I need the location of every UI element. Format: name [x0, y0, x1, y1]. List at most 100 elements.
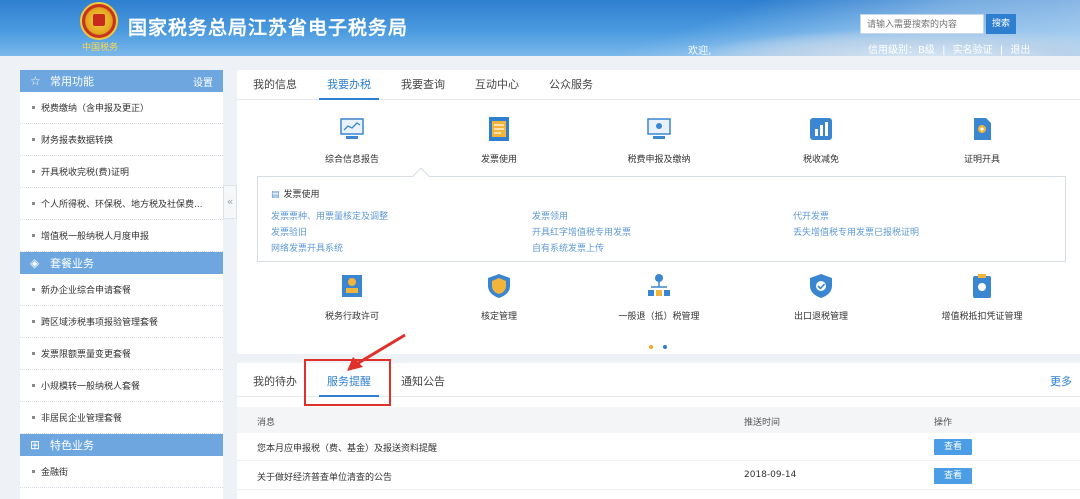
submenu-link[interactable]: 开具红字增值税专用发票	[532, 225, 631, 238]
submenu-link[interactable]: 代开发票	[793, 209, 829, 222]
user-info: 信用级别：B级 | 实名验证 | 退出	[866, 41, 1032, 56]
service-tile-label: 核定管理	[480, 312, 517, 322]
sidebar-section-special[interactable]: ⊞ 特色业务	[20, 434, 223, 456]
bullet-icon	[32, 384, 35, 387]
bullet-icon	[32, 234, 35, 237]
sidebar-section-common[interactable]: ☆ 常用功能 设置	[20, 70, 223, 92]
service-tile[interactable]: 核定管理	[429, 273, 569, 322]
search-input[interactable]	[860, 14, 984, 34]
carousel-dot[interactable]	[663, 345, 667, 349]
bar-chart-icon	[810, 118, 832, 140]
sidebar: ☆ 常用功能 设置 税费缴纳（含申报及更正） 财务报表数据转换 开具税收完税(费…	[20, 70, 223, 499]
submenu-title: ▤ 发票使用	[271, 187, 320, 200]
sidebar-item[interactable]: 个人所得税、环保税、地方税及社保费...	[20, 188, 223, 220]
shield-check-icon	[810, 274, 832, 298]
service-tile-label: 出口退税管理	[793, 312, 848, 322]
tab-query[interactable]: 我要查询	[401, 76, 445, 99]
service-tile[interactable]: 增值税抵扣凭证管理	[912, 273, 1052, 322]
tab-tax-handling[interactable]: 我要办税	[319, 76, 379, 100]
realname-link[interactable]: 实名验证	[953, 45, 993, 56]
submenu-link[interactable]: 发票验旧	[271, 225, 307, 238]
table-row: 关于做好经济普查单位清查的公告 2018-09-14 查看	[237, 462, 1080, 490]
logout-link[interactable]: 退出	[1010, 45, 1030, 56]
bullet-icon	[32, 320, 35, 323]
service-tile[interactable]: 一般退（抵）税管理	[589, 273, 729, 322]
service-tile[interactable]: 税收减免	[751, 116, 891, 165]
certificate-icon	[974, 118, 991, 140]
settings-link[interactable]: 设置	[193, 74, 213, 89]
service-tile[interactable]: 税费申报及缴纳	[589, 116, 729, 165]
service-tile[interactable]: 证明开具	[912, 116, 1052, 165]
service-tile-label: 发票使用	[480, 155, 517, 165]
submenu-link[interactable]: 网络发票开具系统	[271, 241, 343, 254]
sidebar-item-label: 金融街	[41, 468, 69, 478]
table-header: 消息 推送时间 操作	[237, 407, 1080, 433]
view-button[interactable]: 查看	[934, 439, 972, 455]
tab-interaction[interactable]: 互动中心	[475, 76, 519, 99]
person-card-icon	[342, 275, 362, 297]
sidebar-item-label: 非居民企业管理套餐	[41, 414, 123, 424]
section-title: 套餐业务	[50, 257, 94, 270]
sidebar-item[interactable]: 财务报表数据转换	[20, 124, 223, 156]
submenu-link[interactable]: 丢失增值税专用发票已报税证明	[793, 225, 919, 238]
grid-icon: ⊞	[30, 438, 41, 452]
service-tile[interactable]: 税务行政许可	[282, 273, 422, 322]
service-tile-label: 税费申报及缴纳	[627, 155, 691, 165]
sidebar-item[interactable]: 跨区域涉税事项报验管理套餐	[20, 306, 223, 338]
carousel-dot[interactable]	[649, 345, 653, 349]
service-tile[interactable]: 发票使用	[429, 116, 569, 165]
site-header: 中国税务 国家税务总局江苏省电子税务局 搜索 欢迎, 信用级别：B级 | 实名验…	[0, 0, 1080, 56]
bullet-icon	[32, 352, 35, 355]
sidebar-item[interactable]: 小规模转一般纳税人套餐	[20, 370, 223, 402]
more-link[interactable]: 更多	[1050, 373, 1072, 389]
bullet-icon	[32, 170, 35, 173]
sidebar-item[interactable]: 金融街	[20, 456, 223, 488]
tab-public-service[interactable]: 公众服务	[549, 76, 593, 99]
search-button[interactable]: 搜索	[986, 14, 1016, 34]
tab-my-info[interactable]: 我的信息	[253, 76, 297, 99]
section-title: 特色业务	[50, 439, 94, 452]
tab-my-todo[interactable]: 我的待办	[253, 373, 297, 396]
bullet-icon	[32, 416, 35, 419]
sidebar-item[interactable]: 税费缴纳（含申报及更正）	[20, 92, 223, 124]
credit-level: 信用级别：B级	[868, 45, 935, 56]
table-row: 您本月应申报税（费、基金）及报送资料提醒 查看	[237, 433, 1080, 461]
sidebar-collapse-button[interactable]: «	[223, 185, 237, 219]
bullet-icon	[32, 106, 35, 109]
section-title: 常用功能	[50, 75, 94, 88]
sidebar-item-label: 增值税一般纳税人月度申报	[41, 232, 150, 242]
sidebar-item-label: 跨区域涉税事项报验管理套餐	[41, 318, 159, 328]
column-header: 推送时间	[744, 418, 781, 428]
message-text[interactable]: 您本月应申报税（费、基金）及报送资料提醒	[257, 441, 437, 454]
separator: |	[942, 45, 946, 56]
monitor-chart-icon	[340, 118, 364, 139]
main-tabs: 我的信息 我要办税 我要查询 互动中心 公众服务	[237, 70, 1080, 100]
service-tile[interactable]: 综合信息报告	[282, 116, 422, 165]
sidebar-item[interactable]: 增值税一般纳税人月度申报	[20, 220, 223, 252]
sidebar-item-label: 税费缴纳（含申报及更正）	[41, 104, 150, 114]
service-tile[interactable]: 出口退税管理	[751, 273, 891, 322]
star-icon: ☆	[30, 74, 41, 88]
service-tile-label: 综合信息报告	[324, 155, 379, 165]
sidebar-item[interactable]: 发票限额票量变更套餐	[20, 338, 223, 370]
submenu-link[interactable]: 自有系统发票上传	[532, 241, 604, 254]
submenu-link[interactable]: 发票票种、用票量核定及调整	[271, 209, 388, 222]
tab-notice[interactable]: 通知公告	[401, 373, 445, 396]
column-header: 消息	[257, 418, 276, 428]
sidebar-item[interactable]: 新办企业综合申请套餐	[20, 274, 223, 306]
submenu-link[interactable]: 发票领用	[532, 209, 568, 222]
emblem-text: 中国税务	[82, 43, 119, 53]
list-icon: ▤	[271, 190, 280, 200]
sidebar-item[interactable]: 非居民企业管理套餐	[20, 402, 223, 434]
carousel-indicator	[649, 338, 677, 352]
service-tile-label: 证明开具	[963, 155, 1000, 165]
bullet-icon	[32, 288, 35, 291]
sidebar-section-package[interactable]: ◈ 套餐业务	[20, 252, 223, 274]
message-text[interactable]: 关于做好经济普查单位清查的公告	[257, 470, 392, 483]
view-button[interactable]: 查看	[934, 468, 972, 484]
org-chart-icon	[648, 274, 670, 296]
clipboard-icon	[973, 274, 991, 298]
sidebar-item[interactable]: 开具税收完税(费)证明	[20, 156, 223, 188]
service-panel: 我的信息 我要办税 我要查询 互动中心 公众服务 综合信息报告 发票使用 税费申…	[237, 70, 1080, 354]
sidebar-item-label: 发票限额票量变更套餐	[41, 350, 132, 360]
